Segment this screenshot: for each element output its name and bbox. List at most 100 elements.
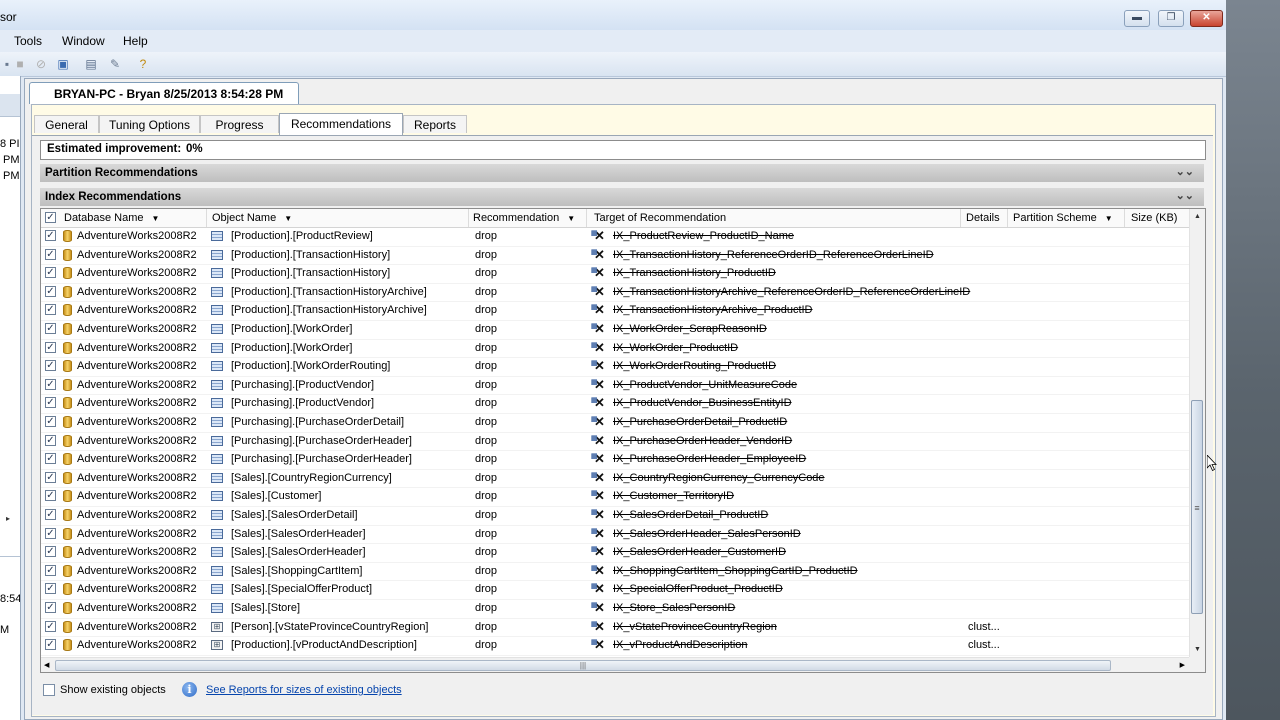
table-row[interactable]: ✓ AdventureWorks2008R2 [Sales].[Customer] d… xyxy=(41,487,1189,507)
table-row[interactable]: ✓ AdventureWorks2008R2 [Sales].[SalesOrder… xyxy=(41,506,1189,526)
column-header-partition-scheme[interactable]: Partition Scheme ▼ xyxy=(1013,212,1113,224)
row-checkbox[interactable]: ✓ xyxy=(45,471,56,483)
target-cell: IX_SalesOrderHeader_CustomerID xyxy=(613,546,787,559)
save-icon[interactable]: ▣ xyxy=(56,57,70,71)
table-row[interactable]: ✓ AdventureWorks2008R2 [Purchasing].[Purch… xyxy=(41,450,1189,470)
close-window-button[interactable]: ✕ xyxy=(1190,10,1223,27)
minimize-button[interactable]: ▬ xyxy=(1124,10,1150,27)
table-row[interactable]: ✓ AdventureWorks2008R2 [Purchasing].[Produ… xyxy=(41,394,1189,414)
maximize-button[interactable]: ❐ xyxy=(1158,10,1184,27)
toolbar-overflow-icon[interactable]: ▪ xyxy=(0,57,14,71)
column-header-database[interactable]: Database Name ▼ xyxy=(64,212,159,224)
row-checkbox[interactable]: ✓ xyxy=(45,434,56,446)
row-checkbox[interactable]: ✓ xyxy=(45,546,56,558)
index-recommendations-header[interactable]: Index Recommendations ⌄⌄ xyxy=(40,188,1204,206)
sort-arrow-icon[interactable]: ▼ xyxy=(567,214,575,223)
database-name-cell: AdventureWorks2008R2 xyxy=(77,230,197,242)
scroll-down-arrow-icon[interactable]: ▼ xyxy=(1190,642,1205,657)
stop-icon[interactable]: ■ xyxy=(13,57,27,71)
row-checkbox[interactable]: ✓ xyxy=(45,639,56,651)
tab-reports[interactable]: Reports xyxy=(403,115,467,133)
row-checkbox[interactable]: ✓ xyxy=(45,527,56,539)
select-all-checkbox[interactable]: ✓ xyxy=(45,212,56,223)
expand-arrow-icon[interactable]: ▸ xyxy=(6,514,10,523)
table-row[interactable]: ✓ AdventureWorks2008R2 [Purchasing].[Purch… xyxy=(41,413,1189,433)
row-checkbox[interactable]: ✓ xyxy=(45,323,56,334)
cancel-icon[interactable]: ⊘ xyxy=(34,57,48,71)
row-checkbox[interactable]: ✓ xyxy=(45,583,56,595)
table-row[interactable]: ✓ AdventureWorks2008R2 [Production].[WorkO… xyxy=(41,320,1189,340)
row-checkbox[interactable]: ✓ xyxy=(45,509,56,520)
table-row[interactable]: ✓ AdventureWorks2008R2 [Production].[WorkO… xyxy=(41,339,1189,359)
table-row[interactable]: ✓ AdventureWorks2008R2 [Purchasing].[Produ… xyxy=(41,376,1189,396)
script-icon[interactable]: ▤ xyxy=(84,57,98,71)
table-row[interactable]: ✓ AdventureWorks2008R2 ⊞ [Production].[vPro… xyxy=(41,636,1189,656)
scrollbar-corner xyxy=(1189,657,1205,672)
details-cell[interactable]: clust... xyxy=(968,621,1000,633)
row-checkbox[interactable]: ✓ xyxy=(45,564,56,576)
column-header-target[interactable]: Target of Recommendation xyxy=(594,212,726,224)
column-header-size[interactable]: Size (KB) xyxy=(1131,212,1177,224)
tab-general[interactable]: General xyxy=(34,115,99,133)
table-row[interactable]: ✓ AdventureWorks2008R2 [Production].[WorkO… xyxy=(41,357,1189,377)
partition-recommendations-header[interactable]: Partition Recommendations ⌄⌄ xyxy=(40,164,1204,182)
tab-tuning-options[interactable]: Tuning Options xyxy=(99,115,200,133)
menu-tools[interactable]: Tools xyxy=(14,34,42,48)
sort-arrow-icon[interactable]: ▼ xyxy=(284,214,292,223)
table-row[interactable]: ✓ AdventureWorks2008R2 [Production].[Trans… xyxy=(41,246,1189,266)
vertical-scrollbar[interactable]: ▲ ≡ ▼ xyxy=(1189,209,1205,657)
table-row[interactable]: ✓ AdventureWorks2008R2 [Sales].[SpecialOff… xyxy=(41,580,1189,600)
panel-time-4: 8:54 xyxy=(0,593,21,605)
options-icon[interactable]: ✎ xyxy=(108,57,122,71)
row-checkbox[interactable]: ✓ xyxy=(45,397,56,409)
vertical-scroll-thumb[interactable]: ≡ xyxy=(1191,400,1203,614)
table-row[interactable]: ✓ AdventureWorks2008R2 [Production].[Produ… xyxy=(41,227,1189,247)
table-row[interactable]: ✓ AdventureWorks2008R2 [Sales].[SalesOrder… xyxy=(41,543,1189,563)
horizontal-scrollbar[interactable]: ◀ ||| ▶ xyxy=(41,657,1189,672)
row-checkbox[interactable]: ✓ xyxy=(45,620,56,632)
menu-help[interactable]: Help xyxy=(123,34,148,48)
table-row[interactable]: ✓ AdventureWorks2008R2 [Sales].[Store] drop… xyxy=(41,599,1189,619)
table-row[interactable]: ✓ AdventureWorks2008R2 [Sales].[ShoppingCa… xyxy=(41,562,1189,582)
session-document-tab[interactable]: BRYAN-PC - Bryan 8/25/2013 8:54:28 PM xyxy=(29,82,299,104)
row-checkbox[interactable]: ✓ xyxy=(45,416,56,427)
details-cell[interactable]: clust... xyxy=(968,639,1000,651)
menu-window[interactable]: Window xyxy=(62,34,105,48)
table-row[interactable]: ✓ AdventureWorks2008R2 [Sales].[CountryReg… xyxy=(41,469,1189,489)
row-checkbox[interactable]: ✓ xyxy=(45,267,56,279)
row-checkbox[interactable]: ✓ xyxy=(45,378,56,390)
show-existing-objects-label[interactable]: Show existing objects xyxy=(60,684,166,696)
tab-progress[interactable]: Progress xyxy=(200,115,279,133)
scroll-left-arrow-icon[interactable]: ◀ xyxy=(44,658,49,672)
row-checkbox[interactable]: ✓ xyxy=(45,490,56,502)
table-row[interactable]: ✓ AdventureWorks2008R2 [Sales].[SalesOrder… xyxy=(41,525,1189,545)
table-row[interactable]: ✓ AdventureWorks2008R2 [Purchasing].[Purch… xyxy=(41,432,1189,452)
table-row[interactable]: ✓ AdventureWorks2008R2 ⊞ [Person].[vStatePr… xyxy=(41,618,1189,638)
row-checkbox[interactable]: ✓ xyxy=(45,285,56,297)
collapse-chevron-icon[interactable]: ⌄⌄ xyxy=(1176,165,1194,178)
sort-arrow-icon[interactable]: ▼ xyxy=(152,214,160,223)
column-header-recommendation[interactable]: Recommendation ▼ xyxy=(473,212,575,224)
scroll-right-arrow-icon[interactable]: ▶ xyxy=(1180,658,1185,672)
row-checkbox[interactable]: ✓ xyxy=(45,341,56,353)
table-row[interactable]: ✓ AdventureWorks2008R2 [Production].[Trans… xyxy=(41,301,1189,321)
collapse-chevron-icon[interactable]: ⌄⌄ xyxy=(1176,189,1194,202)
row-checkbox[interactable]: ✓ xyxy=(45,453,56,465)
row-checkbox[interactable]: ✓ xyxy=(45,360,56,372)
row-checkbox[interactable]: ✓ xyxy=(45,602,56,613)
tab-recommendations[interactable]: Recommendations xyxy=(279,113,403,135)
see-reports-link[interactable]: See Reports for sizes of existing object… xyxy=(206,684,402,696)
help-icon[interactable]: ? xyxy=(136,57,150,71)
table-row[interactable]: ✓ AdventureWorks2008R2 [Production].[Trans… xyxy=(41,264,1189,284)
object-name-cell: [Production].[vProductAndDescription] xyxy=(231,639,417,652)
scroll-up-arrow-icon[interactable]: ▲ xyxy=(1190,209,1205,224)
row-checkbox[interactable]: ✓ xyxy=(45,304,56,316)
horizontal-scroll-thumb[interactable]: ||| xyxy=(55,660,1111,671)
table-row[interactable]: ✓ AdventureWorks2008R2 [Production].[Trans… xyxy=(41,283,1189,303)
sort-arrow-icon[interactable]: ▼ xyxy=(1105,214,1113,223)
row-checkbox[interactable]: ✓ xyxy=(45,230,56,241)
show-existing-objects-checkbox[interactable] xyxy=(43,684,55,696)
column-header-object[interactable]: Object Name ▼ xyxy=(212,212,292,224)
row-checkbox[interactable]: ✓ xyxy=(45,248,56,260)
column-header-details[interactable]: Details xyxy=(966,212,1000,224)
